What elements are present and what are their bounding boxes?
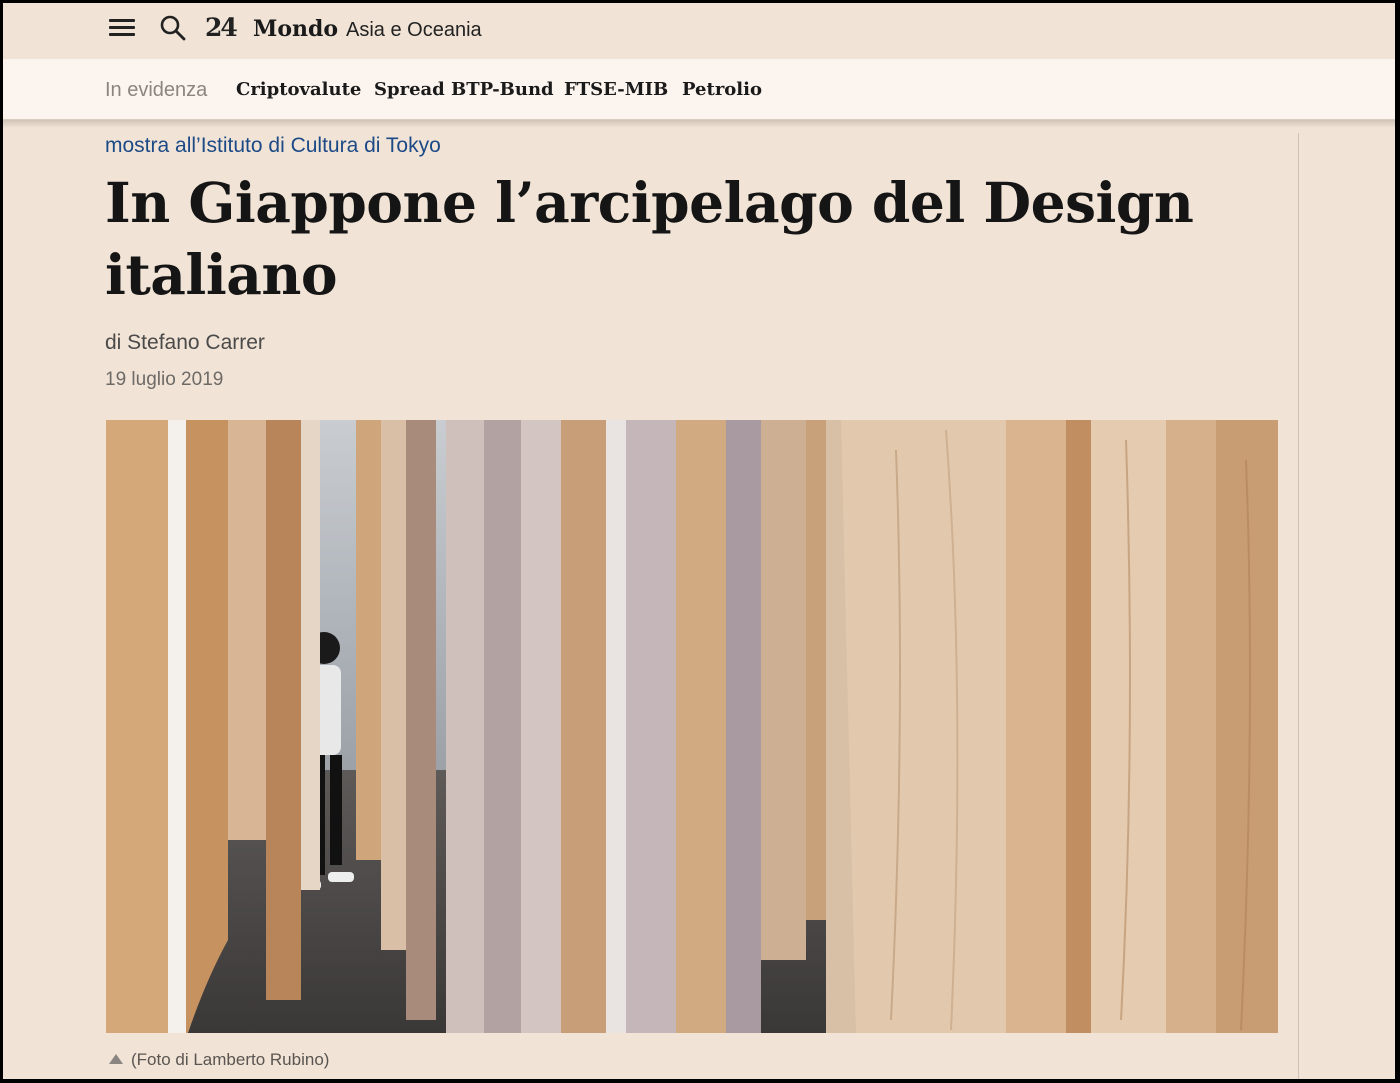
article-date: 19 luglio 2019: [105, 369, 224, 390]
highlights-label: In evidenza: [105, 79, 208, 101]
header-shadow: [3, 120, 1395, 128]
highlight-link-ftse-mib[interactable]: FTSE-MIB: [564, 78, 668, 102]
hamburger-menu-icon[interactable]: [109, 17, 135, 39]
article-kicker[interactable]: mostra all’Istituto di Cultura di Tokyo: [105, 133, 441, 159]
caption-text: (Foto di Lamberto Rubino): [131, 1050, 330, 1069]
browser-viewport: 24 Mondo Asia e Oceania In evidenza Crip…: [3, 3, 1395, 1079]
sidebar-divider: [1298, 133, 1299, 1079]
article-title: In Giappone l’arcipelago del Design ital…: [105, 170, 1194, 307]
highlight-link-criptovalute[interactable]: Criptovalute: [236, 78, 361, 102]
article-author[interactable]: di Stefano Carrer: [105, 330, 265, 356]
site-logo[interactable]: 24: [205, 13, 238, 43]
highlights-bar: In evidenza Criptovalute Spread BTP-Bund…: [3, 59, 1395, 120]
article-photo[interactable]: [106, 420, 1278, 1033]
photo-caption: (Foto di Lamberto Rubino): [109, 1049, 329, 1071]
section-title[interactable]: Mondo: [253, 15, 338, 43]
hanging-wood-strips-image: [106, 420, 1278, 1033]
site-header: 24 Mondo Asia e Oceania: [3, 3, 1395, 59]
caption-toggle-icon[interactable]: [109, 1054, 123, 1064]
subsection-title[interactable]: Asia e Oceania: [346, 17, 482, 43]
highlight-link-spread[interactable]: Spread BTP-Bund: [374, 78, 554, 102]
highlight-link-petrolio[interactable]: Petrolio: [682, 78, 762, 102]
search-icon[interactable]: [159, 14, 187, 42]
